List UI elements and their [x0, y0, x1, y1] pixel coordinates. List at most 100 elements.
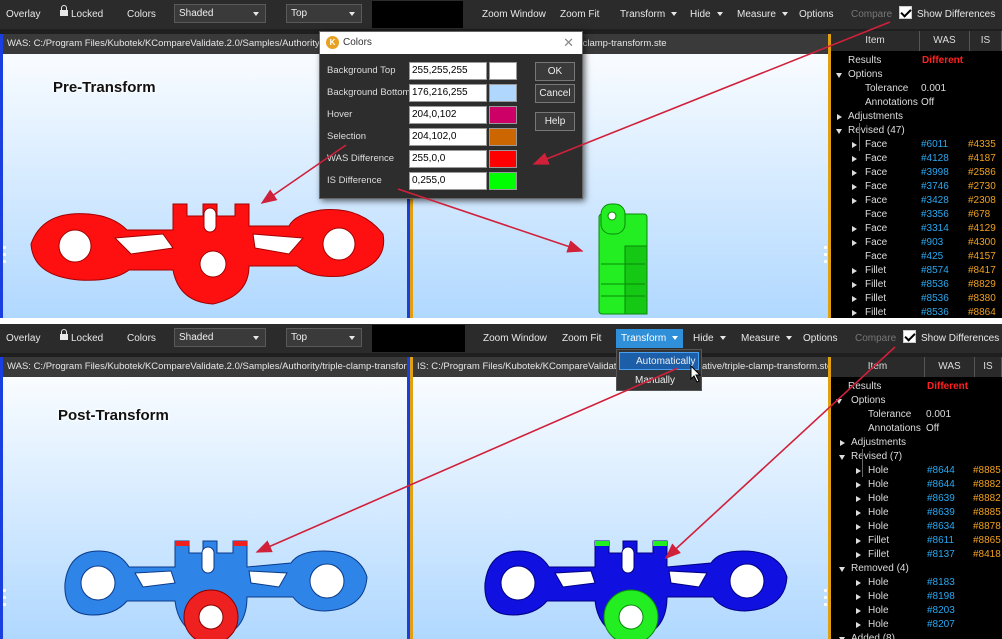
- table-row[interactable]: Fillet #8611 #8865: [831, 534, 1002, 548]
- table-row[interactable]: Hole #8639 #8885: [831, 506, 1002, 520]
- color-value-field[interactable]: 204,102,0: [409, 128, 487, 146]
- compare-button[interactable]: Compare: [855, 324, 896, 353]
- drag-handle[interactable]: [3, 589, 6, 611]
- color-value-field[interactable]: 176,216,255: [409, 84, 487, 102]
- table-row[interactable]: Hole #8198: [831, 590, 1002, 604]
- col-was[interactable]: WAS: [925, 357, 975, 377]
- chevron-down-icon[interactable]: [836, 73, 842, 78]
- show-differences-checkbox[interactable]: [899, 6, 912, 19]
- chevron-right-icon[interactable]: [856, 524, 861, 530]
- was-viewport[interactable]: WAS: C:/Program Files/Kubotek/KCompareVa…: [0, 357, 410, 639]
- tree-row-adjustments[interactable]: Adjustments: [831, 436, 1002, 450]
- tree-row-annotations[interactable]: Annotations Off: [831, 96, 1002, 110]
- color-value-field[interactable]: 204,0,102: [409, 106, 487, 124]
- render-mode-dropdown[interactable]: Shaded: [174, 328, 266, 347]
- table-row[interactable]: Face #3314 #4129: [831, 222, 1002, 236]
- table-row[interactable]: Face #3998 #2586: [831, 166, 1002, 180]
- table-row[interactable]: Face #4128 #4187: [831, 152, 1002, 166]
- color-swatch[interactable]: [489, 150, 517, 168]
- chevron-right-icon[interactable]: [852, 170, 857, 176]
- chevron-right-icon[interactable]: [852, 240, 857, 246]
- color-swatch[interactable]: [489, 172, 517, 190]
- table-row[interactable]: Hole #8183: [831, 576, 1002, 590]
- transform-menu-button[interactable]: Transform: [616, 329, 684, 348]
- tree-row-results[interactable]: Results Different: [831, 380, 1002, 394]
- table-row[interactable]: Fillet #8137 #8418: [831, 548, 1002, 562]
- tree-row-removed[interactable]: Removed (4): [831, 562, 1002, 576]
- table-row[interactable]: Hole #8644 #8885: [831, 464, 1002, 478]
- col-item[interactable]: Item: [831, 31, 920, 51]
- chevron-right-icon[interactable]: [852, 226, 857, 232]
- tree-row-tolerance[interactable]: Tolerance 0.001: [831, 408, 1002, 422]
- chevron-right-icon[interactable]: [852, 310, 857, 316]
- close-icon[interactable]: ✕: [563, 32, 574, 54]
- chevron-down-icon[interactable]: [839, 567, 845, 572]
- render-mode-dropdown[interactable]: Shaded: [174, 4, 266, 23]
- colors-button[interactable]: Colors: [127, 0, 156, 29]
- menu-item-manually[interactable]: Manually: [619, 372, 699, 390]
- tree-row-results[interactable]: Results Different: [831, 54, 1002, 68]
- table-row[interactable]: Hole #8634 #8878: [831, 520, 1002, 534]
- drag-handle[interactable]: [824, 246, 827, 268]
- cancel-button[interactable]: Cancel: [535, 84, 575, 103]
- chevron-right-icon[interactable]: [852, 282, 857, 288]
- chevron-right-icon[interactable]: [856, 468, 861, 474]
- chevron-down-icon[interactable]: [836, 129, 842, 134]
- chevron-right-icon[interactable]: [856, 608, 861, 614]
- chevron-right-icon[interactable]: [856, 552, 861, 558]
- chevron-right-icon[interactable]: [840, 440, 845, 446]
- tree-row-options[interactable]: Options: [831, 68, 1002, 82]
- chevron-right-icon[interactable]: [852, 156, 857, 162]
- table-row[interactable]: Hole #8203: [831, 604, 1002, 618]
- chevron-right-icon[interactable]: [856, 482, 861, 488]
- color-value-field[interactable]: 255,255,255: [409, 62, 487, 80]
- col-is[interactable]: IS: [970, 31, 1002, 51]
- view-dropdown[interactable]: Top: [286, 328, 362, 347]
- chevron-right-icon[interactable]: [837, 114, 842, 120]
- table-row[interactable]: Fillet #8536 #8829: [831, 278, 1002, 292]
- table-row[interactable]: Face #3746 #2730: [831, 180, 1002, 194]
- zoom-fit-button[interactable]: Zoom Fit: [562, 324, 601, 353]
- colors-button[interactable]: Colors: [127, 324, 156, 353]
- chevron-right-icon[interactable]: [856, 538, 861, 544]
- ok-button[interactable]: OK: [535, 62, 575, 81]
- table-row[interactable]: Face #425 #4157: [831, 250, 1002, 264]
- overlay-button[interactable]: Overlay: [6, 324, 40, 353]
- transform-menu-button[interactable]: Transform: [620, 0, 678, 29]
- tree-row-options[interactable]: Options: [831, 394, 1002, 408]
- is-viewport[interactable]: IS: C:/Program Files/Kubotek/KCompareVal…: [410, 357, 831, 639]
- help-button[interactable]: Help: [535, 112, 575, 131]
- chevron-right-icon[interactable]: [856, 510, 861, 516]
- table-row[interactable]: Face #3428 #2308: [831, 194, 1002, 208]
- show-differences-checkbox[interactable]: [903, 330, 916, 343]
- measure-menu-button[interactable]: Measure: [737, 0, 788, 29]
- chevron-right-icon[interactable]: [852, 268, 857, 274]
- table-row[interactable]: Fillet #8574 #8417: [831, 264, 1002, 278]
- options-button[interactable]: Options: [799, 0, 833, 29]
- color-swatch[interactable]: [489, 84, 517, 102]
- chevron-right-icon[interactable]: [856, 622, 861, 628]
- options-button[interactable]: Options: [803, 324, 837, 353]
- zoom-window-button[interactable]: Zoom Window: [483, 324, 547, 353]
- chevron-down-icon[interactable]: [836, 399, 842, 404]
- table-row[interactable]: Hole #8207: [831, 618, 1002, 632]
- compare-button[interactable]: Compare: [851, 0, 892, 29]
- tree-row-tolerance[interactable]: Tolerance 0.001: [831, 82, 1002, 96]
- hide-menu-button[interactable]: Hide: [690, 0, 723, 29]
- color-swatch[interactable]: [489, 106, 517, 124]
- table-row[interactable]: Face #6011 #4335: [831, 138, 1002, 152]
- chevron-right-icon[interactable]: [856, 594, 861, 600]
- tree-row-revised[interactable]: Revised (47): [831, 124, 1002, 138]
- table-row[interactable]: Fillet #8536 #8864: [831, 306, 1002, 318]
- chevron-down-icon[interactable]: [839, 455, 845, 460]
- col-was[interactable]: WAS: [920, 31, 970, 51]
- chevron-right-icon[interactable]: [852, 184, 857, 190]
- table-row[interactable]: Fillet #8536 #8380: [831, 292, 1002, 306]
- locked-toggle[interactable]: Locked: [60, 0, 103, 29]
- chevron-right-icon[interactable]: [852, 198, 857, 204]
- chevron-right-icon[interactable]: [856, 580, 861, 586]
- menu-item-automatically[interactable]: Automatically: [619, 352, 699, 370]
- zoom-fit-button[interactable]: Zoom Fit: [560, 0, 599, 29]
- tree-row-added[interactable]: Added (8): [831, 632, 1002, 639]
- col-item[interactable]: Item: [831, 357, 925, 377]
